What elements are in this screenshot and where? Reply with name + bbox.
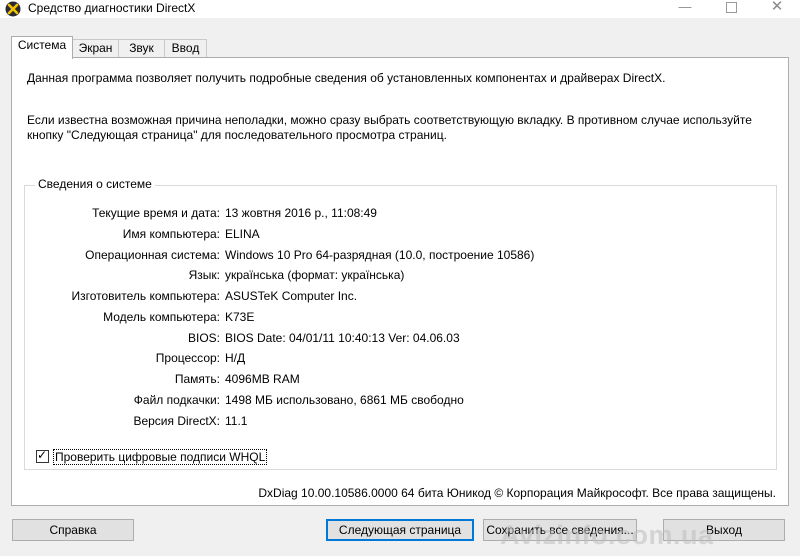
info-row-directx-version: Версия DirectX: 11.1 <box>25 414 765 434</box>
directx-app-icon <box>5 1 21 17</box>
info-label: Версия DirectX: <box>133 414 220 428</box>
intro-text: Данная программа позволяет получить подр… <box>27 71 666 85</box>
info-value: українська (формат: українська) <box>225 268 405 282</box>
info-value: 1498 МБ использовано, 6861 МБ свободно <box>225 393 464 407</box>
info-row-computer-name: Имя компьютера: ELINA <box>25 227 765 247</box>
info-value: Windows 10 Pro 64-разрядная (10.0, постр… <box>225 248 535 262</box>
info-value: 11.1 <box>225 414 248 428</box>
info-value: 4096MB RAM <box>225 372 300 386</box>
tab-input[interactable]: Ввод <box>164 39 207 58</box>
info-row-datetime: Текущие время и дата: 13 жовтня 2016 р.,… <box>25 206 765 226</box>
close-button[interactable]: ✕ <box>754 0 800 18</box>
info-row-pagefile: Файл подкачки: 1498 МБ использовано, 686… <box>25 393 765 413</box>
maximize-button[interactable] <box>708 0 754 18</box>
info-value: ASUSTeK Computer Inc. <box>225 289 358 303</box>
info-row-memory: Память: 4096MB RAM <box>25 372 765 392</box>
window-title: Средство диагностики DirectX <box>28 1 196 15</box>
site-watermark: Avizinfo.com.ua <box>500 520 714 550</box>
info-label: Память: <box>174 372 220 386</box>
minimize-icon: — <box>678 0 692 14</box>
intro-hint-text: Если известна возможная причина неполадк… <box>27 113 752 142</box>
minimize-button[interactable]: — <box>662 0 708 18</box>
next-page-button[interactable]: Следующая страница <box>326 519 474 541</box>
info-value: 13 жовтня 2016 р., 11:08:49 <box>225 206 377 220</box>
info-label: Текущие время и дата: <box>92 206 220 220</box>
help-button[interactable]: Справка <box>12 519 134 541</box>
info-value: K73E <box>225 310 255 324</box>
info-value: Н/Д <box>225 351 246 365</box>
info-label: Файл подкачки: <box>133 393 220 407</box>
info-row-model: Модель компьютера: K73E <box>25 310 765 330</box>
tab-system[interactable]: Система <box>11 36 73 59</box>
info-label: BIOS: <box>187 331 220 345</box>
tab-sound[interactable]: Звук <box>118 39 165 58</box>
info-row-language: Язык: українська (формат: українська) <box>25 268 765 288</box>
info-row-processor: Процессор: Н/Д <box>25 351 765 371</box>
info-label: Язык: <box>188 268 220 282</box>
close-icon: ✕ <box>770 0 784 15</box>
title-bar: Средство диагностики DirectX — ✕ <box>0 0 800 18</box>
system-info-group: Сведения о системе Текущие время и дата:… <box>24 177 777 470</box>
info-row-manufacturer: Изготовитель компьютера: ASUSTeK Compute… <box>25 289 765 309</box>
system-info-title: Сведения о системе <box>35 177 155 191</box>
info-label: Изготовитель компьютера: <box>71 289 221 303</box>
info-row-bios: BIOS: BIOS Date: 04/01/11 10:40:13 Ver: … <box>25 331 765 351</box>
checkmark-icon: ✓ <box>37 448 48 462</box>
whql-checkbox-label[interactable]: Проверить цифровые подписи WHQL <box>53 449 268 465</box>
info-label: Операционная система: <box>85 248 220 262</box>
info-value: BIOS Date: 04/01/11 10:40:13 Ver: 04.06.… <box>225 331 460 345</box>
version-copyright-text: DxDiag 10.00.10586.0000 64 бита Юникод ©… <box>258 486 776 500</box>
info-label: Имя компьютера: <box>122 227 220 241</box>
info-value: ELINA <box>225 227 260 241</box>
info-label: Процессор: <box>155 351 220 365</box>
whql-checkbox[interactable]: ✓ <box>36 448 49 463</box>
tab-display[interactable]: Экран <box>72 39 119 58</box>
maximize-icon <box>725 2 737 13</box>
system-tab-panel: Данная программа позволяет получить подр… <box>11 57 789 506</box>
info-label: Модель компьютера: <box>103 310 220 324</box>
info-row-os: Операционная система: Windows 10 Pro 64-… <box>25 248 765 268</box>
